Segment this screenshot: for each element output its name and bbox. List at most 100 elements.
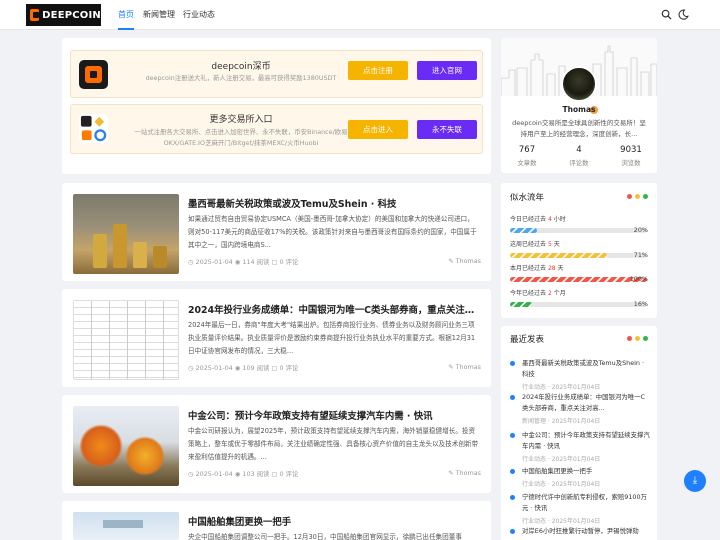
ad-row-exchanges: 更多交易所入口 一站式注册各大交易所、点击进入加密世界、永不失联，币安Binan…	[70, 104, 483, 154]
progress-fill	[510, 277, 647, 282]
post-author-name: Thomas	[455, 257, 481, 265]
ad-subtitle: deepcoin注册送大礼，新人注册交易，最高可获得奖励1380USDT	[145, 74, 337, 82]
time-row-value: 4	[547, 216, 552, 223]
progress-percent: 16%	[633, 300, 648, 308]
stat-number: 767	[518, 145, 536, 155]
recent-item-title[interactable]: 中金公司：预计今年政策支持有望延续支撑汽车内需 · 快讯	[522, 430, 650, 452]
progress-bar	[510, 277, 647, 282]
register-button[interactable]: 点击注册	[348, 61, 408, 80]
recent-item-meta: 行业动态 · 2025年01月04日	[522, 481, 601, 488]
post-meta: ◷ 2025-01-04 ◉ 109 阅读 ▢ 0 评论	[188, 364, 299, 372]
bullet-icon	[510, 469, 515, 474]
post-author[interactable]: ✎ Thomas	[448, 363, 481, 371]
time-row-label: 今日已经过去 4 小时	[510, 214, 566, 223]
time-row-prefix: 今日已经过去	[510, 216, 547, 223]
post-excerpt: 如果通过贸有自由贸易协定USMCA（美国-墨西哥-加拿大协定）的美国和加拿大的快…	[188, 215, 477, 249]
deepcoin-logo-icon	[79, 60, 108, 89]
post-card[interactable]: 墨西哥最新关税政策或波及Temu及Shein · 科技 如果通过贸有自由贸易协定…	[62, 183, 491, 281]
post-author[interactable]: ✎ Thomas	[448, 469, 481, 477]
recent-item-title[interactable]: 宁德时代许中创新航专利侵权，索赔9100万元 · 快讯	[522, 492, 650, 514]
official-site-button[interactable]: 进入官网	[417, 61, 477, 80]
ad-row-deepcoin: deepcoin深币 deepcoin注册送大礼，新人注册交易，最高可获得奖励1…	[70, 50, 483, 98]
progress-fill	[510, 228, 538, 233]
post-comments: 0 评论	[279, 470, 299, 478]
post-card[interactable]: 中国船舶集团更换一把手 央企中国船舶集团调整公司一把手。12月30日，中国船舶集…	[62, 501, 491, 540]
post-author-name: Thomas	[455, 363, 481, 371]
never-lost-button[interactable]: 永不失联	[417, 120, 477, 139]
time-row-label: 本月已经过去 28 天	[510, 263, 564, 272]
post-title[interactable]: 中国船舶集团更换一把手	[188, 514, 480, 528]
nav-industry[interactable]: 行业动态	[183, 0, 215, 30]
enter-button[interactable]: 点击进入	[348, 120, 408, 139]
recent-item-meta: 新闻管理 · 2025年01月04日	[522, 418, 601, 425]
avatar[interactable]	[561, 66, 597, 102]
widget-title: 最近发表	[510, 335, 545, 345]
stat-views: 9031 浏览数	[605, 145, 657, 167]
time-row-unit: 个月	[553, 290, 566, 297]
post-card[interactable]: 中金公司：预计今年政策支持有望延续支撑汽车内需 · 快讯 中金公司研报认为，展望…	[62, 395, 491, 493]
post-title[interactable]: 墨西哥最新关税政策或波及Temu及Shein · 科技	[188, 196, 480, 210]
search-icon[interactable]	[661, 9, 672, 20]
download-button[interactable]: ⤓	[684, 470, 706, 492]
recent-item[interactable]: 2024年投行业务成绩单：中国银河为唯一C类头部券商，重点关注对高... 新闻管理…	[510, 392, 650, 425]
progress-fill	[510, 302, 532, 307]
post-thumbnail[interactable]	[73, 406, 179, 486]
profile-bio: deepcoin交易所是全球具创新性的交易所！坚持用户至上的经营理念，深度创新，…	[512, 119, 646, 138]
recent-item-meta: 行业动态 · 2025年01月04日	[522, 518, 601, 525]
post-author-name: Thomas	[455, 469, 481, 477]
brand-logo[interactable]: DEEPCOIN	[26, 4, 101, 26]
post-author[interactable]: ✎ Thomas	[448, 257, 481, 265]
progress-bar	[510, 302, 647, 307]
post-title[interactable]: 中金公司：预计今年政策支持有望延续支撑汽车内需 · 快讯	[188, 408, 480, 422]
progress-fill	[510, 253, 608, 258]
time-row-prefix: 今年已经过去	[510, 290, 547, 297]
top-header: DEEPCOIN 首页 新闻管理 行业动态	[0, 0, 720, 30]
post-excerpt: 中金公司研报认为，展望2025年，预计政策支持有望延续支撑汽车内需，海外销量稳健…	[188, 427, 479, 461]
time-row-unit: 天	[557, 265, 564, 272]
nav-news[interactable]: 新闻管理	[143, 0, 175, 30]
recent-item[interactable]: 中国船舶集团更换一把手行业动态 · 2025年01月04日	[510, 466, 650, 488]
widget-title: 似水流年	[510, 193, 545, 203]
brand-name: DEEPCOIN	[42, 9, 101, 21]
recent-item-title[interactable]: 对岸E6小时狂推繁行动暂停，尹锡悦弹劾	[522, 526, 650, 537]
recent-item[interactable]: 墨西哥最新关税政策或波及Temu及Shein · 科技 行业动态 · 2025年0…	[510, 358, 650, 391]
dark-mode-icon[interactable]	[678, 9, 689, 20]
stat-label: 评论数	[569, 159, 589, 167]
bullet-icon	[510, 395, 515, 400]
recent-item-title[interactable]: 墨西哥最新关税政策或波及Temu及Shein · 科技	[522, 358, 650, 380]
stat-articles: 767 文章数	[501, 145, 553, 167]
recent-item-meta: 行业动态 · 2025年01月04日	[522, 456, 601, 463]
download-icon: ⤓	[692, 475, 698, 486]
profile-name[interactable]: Thomas	[501, 105, 657, 114]
ad-title: deepcoin深币	[211, 62, 271, 72]
post-thumbnail[interactable]	[73, 194, 179, 274]
exchanges-logo-icon	[79, 114, 108, 143]
recent-item[interactable]: 宁德时代许中创新航专利侵权，索赔9100万元 · 快讯行业动态 · 2025年0…	[510, 492, 650, 525]
post-title[interactable]: 2024年投行业务成绩单：中国银河为唯一C类头部券商，重点关注对高...	[188, 302, 480, 316]
recent-item[interactable]: 中金公司：预计今年政策支持有望延续支撑汽车内需 · 快讯行业动态 · 2025年…	[510, 430, 650, 463]
recent-item-title[interactable]: 中国船舶集团更换一把手	[522, 466, 650, 477]
post-views: 109 阅读	[242, 364, 270, 372]
post-card[interactable]: 2024年投行业务成绩单：中国银河为唯一C类头部券商，重点关注对高... 202…	[62, 289, 491, 387]
bullet-icon	[510, 529, 515, 534]
nav-home[interactable]: 首页	[118, 0, 134, 30]
ad-subtitle: 一站式注册各大交易所、点击进入加密世界、永不失联，币安Binance/欧易OKX…	[134, 128, 348, 147]
recent-item-title[interactable]: 2024年投行业务成绩单：中国银河为唯一C类头部券商，重点关注对高...	[522, 392, 650, 414]
window-dots	[627, 336, 648, 341]
window-dots	[627, 194, 648, 199]
progress-percent: 100%	[629, 275, 648, 283]
bullet-icon	[510, 433, 515, 438]
stat-number: 4	[576, 145, 582, 155]
post-meta: ◷ 2025-01-04 ◉ 103 阅读 ▢ 0 评论	[188, 470, 299, 478]
time-row-unit: 小时	[553, 216, 566, 223]
recent-item[interactable]: 对岸E6小时狂推繁行动暂停，尹锡悦弹劾	[510, 526, 650, 539]
stat-label: 文章数	[517, 159, 537, 167]
time-row-value: 5	[547, 241, 552, 248]
time-row-value: 2	[547, 290, 552, 297]
progress-bar	[510, 228, 647, 233]
progress-percent: 20%	[633, 226, 648, 234]
recent-posts-widget: 最近发表 墨西哥最新关税政策或波及Temu及Shein · 科技 行业动态 · 2…	[501, 326, 657, 540]
post-thumbnail[interactable]	[73, 512, 179, 540]
post-thumbnail[interactable]	[73, 300, 179, 380]
post-date: 2025-01-04	[195, 258, 233, 266]
